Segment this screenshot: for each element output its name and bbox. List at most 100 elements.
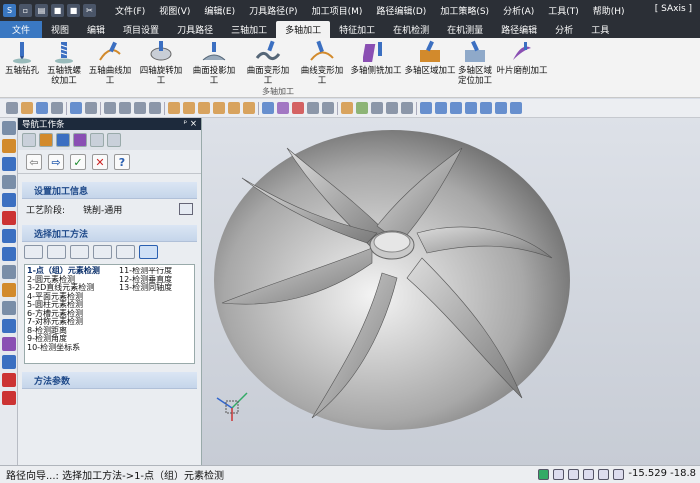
save-as-icon[interactable]: ■: [67, 3, 80, 17]
list-item[interactable]: 13-检测同轴度: [119, 283, 179, 293]
5axis-thread-button[interactable]: 五轴铣螺 纹加工: [44, 40, 84, 86]
3d-viewport[interactable]: [202, 118, 700, 465]
close-x-icon[interactable]: [2, 391, 16, 405]
measure-icon[interactable]: [2, 265, 16, 279]
cut-icon[interactable]: [104, 102, 116, 114]
multiaxis-region-locate-button[interactable]: 多轴区域 定位加工: [457, 40, 493, 86]
pan-icon[interactable]: [420, 102, 432, 114]
filter-icon[interactable]: [356, 102, 368, 114]
4axis-rotate-button[interactable]: 四轴旋转加工: [137, 40, 185, 86]
panel-tab-1[interactable]: [22, 133, 36, 147]
remove-icon[interactable]: [2, 373, 16, 387]
section-method-params[interactable]: 方法参数: [22, 372, 197, 389]
multiaxis-region-button[interactable]: 多轴区域加工: [404, 40, 456, 76]
impeller-model[interactable]: [202, 118, 700, 465]
panel-tab-2[interactable]: [39, 133, 53, 147]
new-icon[interactable]: [6, 102, 18, 114]
view-top-icon[interactable]: [198, 102, 210, 114]
tab-feature[interactable]: 特征加工: [330, 21, 384, 38]
status-icon-6[interactable]: [613, 469, 624, 480]
menu-edit[interactable]: 编辑(E): [197, 4, 242, 17]
select-icon[interactable]: [341, 102, 353, 114]
snap-icon[interactable]: [371, 102, 383, 114]
panel-tab-6[interactable]: [107, 133, 121, 147]
status-icon-1[interactable]: [538, 469, 549, 480]
circle-icon[interactable]: [2, 229, 16, 243]
5axis-drill-button[interactable]: 五轴钻孔: [4, 40, 40, 76]
paste-icon[interactable]: [134, 102, 146, 114]
zoom-window-icon[interactable]: [480, 102, 492, 114]
section-process-info[interactable]: 设置加工信息: [22, 182, 197, 199]
redo-icon[interactable]: [85, 102, 97, 114]
method-line-icon[interactable]: [70, 245, 89, 259]
material-icon[interactable]: [292, 102, 304, 114]
tab-toolpath[interactable]: 刀具路径: [168, 21, 222, 38]
status-icon-4[interactable]: [583, 469, 594, 480]
view-front-icon[interactable]: [183, 102, 195, 114]
copy-icon[interactable]: [119, 102, 131, 114]
save-icon[interactable]: ■: [51, 3, 64, 17]
arc-icon[interactable]: [2, 157, 16, 171]
fit-icon[interactable]: [465, 102, 477, 114]
shade-icon[interactable]: [262, 102, 274, 114]
tab-edit[interactable]: 编辑: [78, 21, 114, 38]
save-icon[interactable]: [36, 102, 48, 114]
delete-icon[interactable]: [149, 102, 161, 114]
sketch-icon[interactable]: [2, 121, 16, 135]
method-point-icon[interactable]: [24, 245, 43, 259]
rotate-view-icon[interactable]: [450, 102, 462, 114]
tab-analysis[interactable]: 分析: [546, 21, 582, 38]
status-icon-5[interactable]: [598, 469, 609, 480]
multiaxis-side-button[interactable]: 多轴侧铣加工: [350, 40, 402, 76]
status-icon-3[interactable]: [568, 469, 579, 480]
view-back-icon[interactable]: [243, 102, 255, 114]
cancel-x-icon[interactable]: ✕: [92, 154, 108, 170]
tab-multiaxis[interactable]: 多轴加工: [276, 21, 331, 38]
view-right-icon[interactable]: [213, 102, 225, 114]
view-iso-icon[interactable]: [228, 102, 240, 114]
tools-icon[interactable]: ✂: [83, 3, 96, 17]
zoom-out-icon[interactable]: [510, 102, 522, 114]
zoom-in-icon[interactable]: [495, 102, 507, 114]
status-icon-2[interactable]: [553, 469, 564, 480]
open-file-icon[interactable]: ▤: [35, 3, 48, 17]
undo-icon[interactable]: [70, 102, 82, 114]
menu-toolpath[interactable]: 刀具路径(P): [242, 4, 304, 17]
list-item[interactable]: 10-检测坐标系: [27, 343, 119, 353]
panel-tab-3[interactable]: [56, 133, 70, 147]
back-arrow-icon[interactable]: ⇦: [26, 154, 42, 170]
target-icon[interactable]: [2, 247, 16, 261]
point-icon[interactable]: [2, 193, 16, 207]
menu-strategy[interactable]: 加工策略(S): [433, 4, 496, 17]
zoom-icon[interactable]: [435, 102, 447, 114]
panel-pin-close-icon[interactable]: ᵖ ×: [184, 119, 197, 129]
tab-inspect[interactable]: 在机检测: [384, 21, 438, 38]
view-box-icon[interactable]: [168, 102, 180, 114]
hidden-line-icon[interactable]: [322, 102, 334, 114]
new-file-icon[interactable]: ▫: [19, 3, 32, 17]
shell-icon[interactable]: [2, 355, 16, 369]
menu-help[interactable]: 帮助(H): [586, 4, 632, 17]
tab-file[interactable]: 文件: [0, 21, 43, 38]
confirm-check-icon[interactable]: ✓: [70, 154, 86, 170]
menu-view[interactable]: 视图(V): [152, 4, 197, 17]
tab-tools[interactable]: 工具: [582, 21, 618, 38]
menu-machining[interactable]: 加工项目(M): [305, 4, 370, 17]
tab-3axis[interactable]: 三轴加工: [222, 21, 276, 38]
surface-icon[interactable]: [2, 319, 16, 333]
menu-tools[interactable]: 工具(T): [541, 4, 586, 17]
tab-measure[interactable]: 在机测量: [438, 21, 492, 38]
line-icon[interactable]: [2, 139, 16, 153]
render-icon[interactable]: [277, 102, 289, 114]
grid-icon[interactable]: [386, 102, 398, 114]
tab-view[interactable]: 视图: [42, 21, 78, 38]
curve-deform-button[interactable]: 曲线变形加工: [297, 40, 347, 86]
panel-tab-4[interactable]: [73, 133, 87, 147]
surface-projection-button[interactable]: 曲面投影加工: [189, 40, 239, 86]
wireframe-icon[interactable]: [307, 102, 319, 114]
method-slot-icon[interactable]: [139, 245, 158, 259]
section-method[interactable]: 选择加工方法: [22, 225, 197, 242]
menu-file[interactable]: 文件(F): [108, 4, 152, 17]
print-icon[interactable]: [51, 102, 63, 114]
curve-icon[interactable]: [2, 175, 16, 189]
